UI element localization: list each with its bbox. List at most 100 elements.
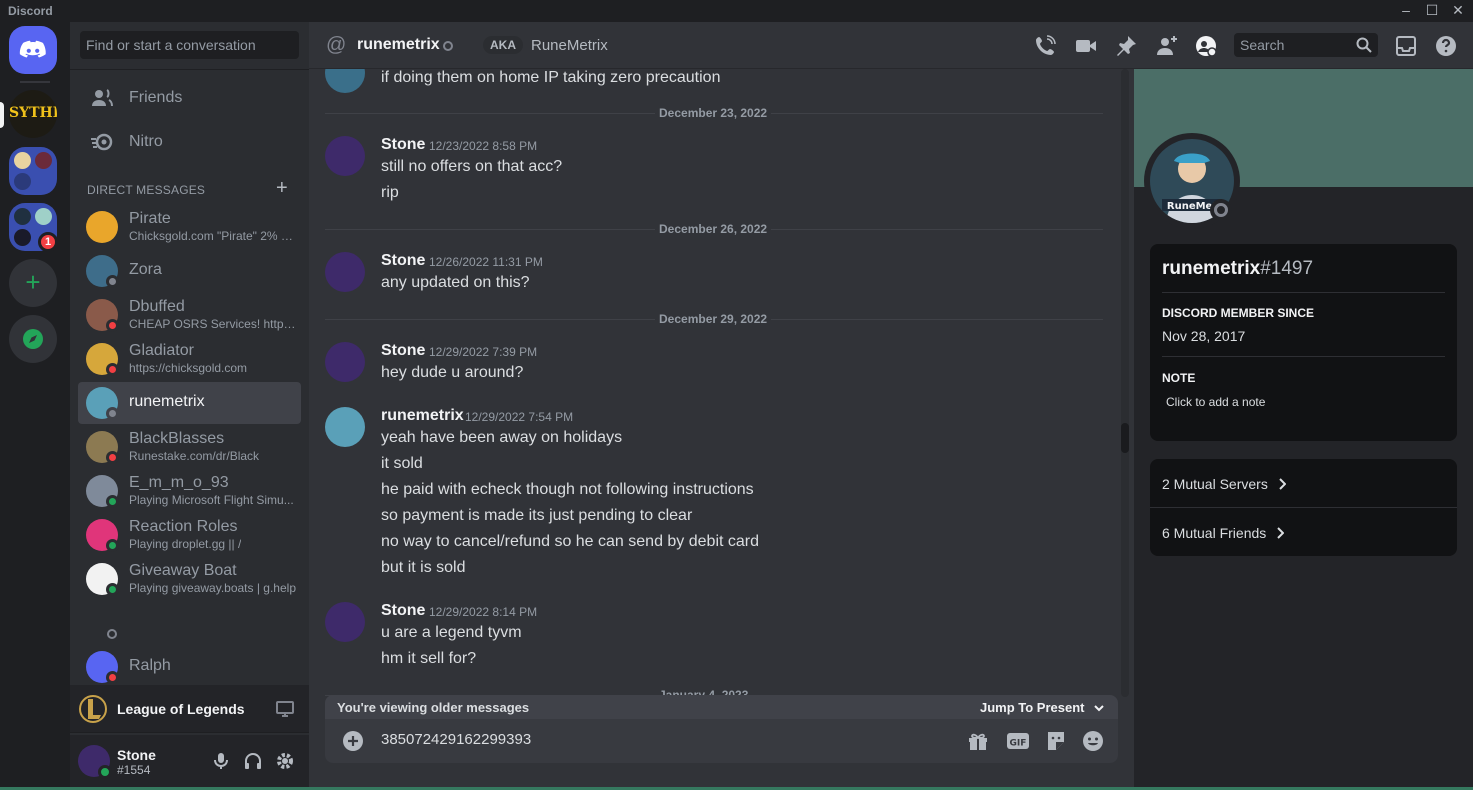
nav-friends-label: Friends	[129, 89, 183, 106]
avatar[interactable]	[325, 136, 365, 176]
home-dm-button[interactable]	[9, 26, 57, 74]
message-composer[interactable]: 385072429162299393 GIF	[325, 719, 1118, 763]
message-text: it sold	[381, 455, 423, 472]
dm-status-text: Playing Microsoft Flight Simu...	[129, 493, 294, 507]
header-username: runemetrix	[357, 36, 440, 53]
dm-item-emmo93[interactable]: E_m_m_o_93 Playing Microsoft Flight Simu…	[78, 470, 301, 512]
dm-item-zora[interactable]: Zora	[78, 250, 301, 292]
date-divider-label: December 29, 2022	[655, 312, 772, 326]
message-author[interactable]: Stone	[381, 136, 425, 154]
user-profile-panel: RuneMet runemetrix#1497 DISCORD MEMBER S…	[1134, 48, 1473, 787]
nav-nitro-label: Nitro	[129, 133, 163, 150]
dm-status-text: https://chicksgold.com	[129, 361, 248, 375]
inbox-icon[interactable]	[1394, 34, 1418, 58]
profile-discriminator: #1497	[1260, 258, 1314, 279]
message-text: any updated on this?	[381, 274, 530, 291]
gift-icon[interactable]	[966, 729, 990, 753]
message-text: rip	[381, 184, 399, 201]
message-timestamp: 12/23/2022 8:58 PM	[429, 139, 538, 153]
close-button[interactable]: ✕	[1443, 0, 1473, 22]
avatar[interactable]	[325, 602, 365, 642]
chevron-down-icon[interactable]	[1093, 702, 1105, 714]
dm-item-giveaway-boat[interactable]: Giveaway Boat Playing giveaway.boats | g…	[78, 558, 301, 600]
message-author[interactable]: Stone	[381, 252, 425, 270]
microphone-icon[interactable]	[211, 751, 231, 771]
message-author[interactable]: runemetrix	[381, 407, 464, 425]
headphones-icon[interactable]	[243, 751, 263, 771]
activity-game-name: League of Legends	[117, 701, 245, 717]
rail-separator	[20, 81, 50, 83]
app-title: Discord	[8, 4, 53, 18]
settings-gear-icon[interactable]	[275, 751, 295, 771]
avatar[interactable]	[325, 252, 365, 292]
dm-name: Giveaway Boat	[129, 562, 237, 579]
mutual-servers-button[interactable]: 2 Mutual Servers	[1162, 476, 1286, 492]
dm-name: BlackBlasses	[129, 430, 225, 447]
search-icon	[1355, 36, 1373, 54]
nitro-icon	[90, 130, 114, 154]
mutual-friends-button[interactable]: 6 Mutual Friends	[1162, 525, 1285, 541]
dm-item-dbuffed[interactable]: Dbuffed CHEAP OSRS Services! https:...	[78, 294, 301, 336]
add-server-button[interactable]: +	[9, 259, 57, 307]
message-text: hey dude u around?	[381, 364, 524, 381]
scrollbar-track[interactable]	[1121, 69, 1129, 697]
avatar[interactable]	[325, 407, 365, 447]
profile-separator	[1162, 292, 1445, 293]
chevron-right-icon	[1278, 478, 1286, 490]
aka-name: RuneMetrix	[531, 37, 608, 54]
dm-status-text: Playing droplet.gg || /	[129, 537, 242, 551]
gif-picker-icon[interactable]: GIF	[1006, 729, 1030, 753]
note-label: NOTE	[1162, 371, 1196, 385]
online-status-icon	[106, 539, 119, 552]
message-text: but it is sold	[381, 559, 466, 576]
profile-username-text: runemetrix	[1162, 258, 1261, 279]
jump-to-present-button[interactable]: Jump To Present	[980, 700, 1085, 715]
video-call-icon[interactable]	[1074, 34, 1098, 58]
message-text: if doing them on home IP taking zero pre…	[381, 69, 721, 86]
online-status-icon	[106, 495, 119, 508]
nav-friends[interactable]: Friends	[78, 77, 301, 119]
date-divider-label: December 26, 2022	[655, 222, 772, 236]
dnd-status-icon	[106, 671, 119, 684]
dm-name: Reaction Roles	[129, 518, 238, 535]
dm-item-reaction-roles[interactable]: Reaction Roles Playing droplet.gg || /	[78, 514, 301, 556]
message-text: yeah have been away on holidays	[381, 429, 623, 446]
dm-status-text: CHEAP OSRS Services! https:...	[129, 317, 297, 331]
title-bar: Discord – ☐ ✕	[0, 0, 1473, 22]
explore-servers-button[interactable]	[9, 315, 57, 363]
message-author[interactable]: Stone	[381, 602, 425, 620]
emoji-icon[interactable]	[1081, 729, 1105, 753]
show-user-profile-icon[interactable]	[1194, 34, 1218, 58]
dm-item-pirate[interactable]: Pirate Chicksgold.com "Pirate" 2% of...	[78, 206, 301, 248]
server-sythe[interactable]: SYTHE	[9, 90, 57, 138]
dm-item-runemetrix[interactable]: runemetrix	[78, 382, 301, 424]
unread-pill	[0, 102, 4, 128]
help-icon[interactable]	[1434, 34, 1458, 58]
find-conversation-button[interactable]: Find or start a conversation	[80, 31, 299, 59]
dnd-status-icon	[106, 363, 119, 376]
pinned-messages-icon[interactable]	[1114, 34, 1138, 58]
mutual-servers-label: 2 Mutual Servers	[1162, 476, 1268, 492]
dm-item-blackblasses[interactable]: BlackBlasses Runestake.com/dr/Black	[78, 426, 301, 468]
screen-share-icon[interactable]	[275, 699, 295, 719]
add-friends-to-dm-icon[interactable]	[1155, 34, 1179, 58]
note-input[interactable]: Click to add a note	[1166, 395, 1265, 409]
server-folder-1[interactable]	[9, 147, 57, 195]
dm-item-gladiator[interactable]: Gladiator https://chicksgold.com	[78, 338, 301, 380]
sythe-logo-text: SYTHE	[9, 105, 57, 121]
avatar[interactable]	[325, 342, 365, 382]
profile-status	[1210, 199, 1232, 221]
dm-item-ralph[interactable]: Ralph	[78, 646, 301, 688]
message-author[interactable]: Stone	[381, 342, 425, 360]
nav-nitro[interactable]: Nitro	[78, 121, 301, 163]
offline-status-icon	[106, 407, 119, 420]
upload-plus-icon[interactable]	[341, 729, 365, 753]
create-dm-button[interactable]: +	[276, 177, 288, 200]
sticker-icon[interactable]	[1044, 729, 1068, 753]
dm-status-text: Playing giveaway.boats | g.help	[129, 581, 296, 595]
message-timestamp: 12/29/2022 7:54 PM	[465, 410, 574, 424]
message-text: no way to cancel/refund so he can send b…	[381, 533, 760, 550]
message-input[interactable]: 385072429162299393	[381, 731, 531, 748]
scrollbar-thumb[interactable]	[1121, 423, 1129, 453]
voice-call-icon[interactable]	[1033, 34, 1057, 58]
